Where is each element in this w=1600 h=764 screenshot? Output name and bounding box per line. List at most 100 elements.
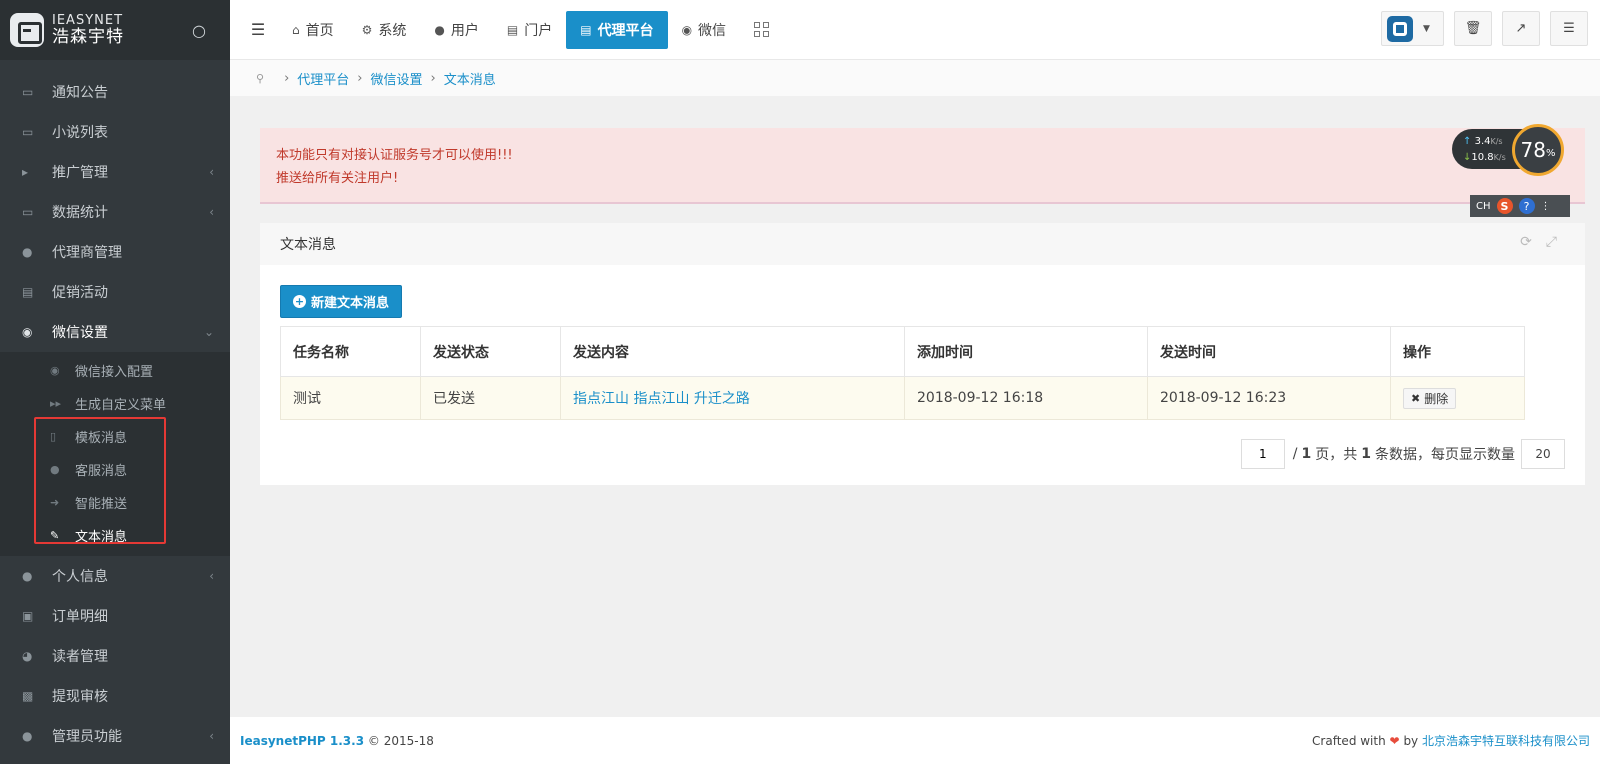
ime-lang: CH: [1476, 200, 1491, 212]
sidebar-item-sales[interactable]: ▤ 促销活动: [0, 272, 230, 312]
sidebar-item-label: 代理商管理: [52, 245, 122, 261]
percent-unit: %: [1545, 147, 1556, 159]
footer-crafted: Crafted with: [1312, 734, 1386, 748]
tab-users[interactable]: ● 用户: [420, 0, 492, 59]
wechat-icon: ◉: [681, 22, 693, 37]
messages-table: 任务名称 发送状态 发送内容 添加时间 发送时间 操作 测试 已发送 指点江山 …: [280, 326, 1525, 420]
page-size-input[interactable]: 20: [1521, 439, 1565, 469]
trash-icon: 🗑: [1464, 21, 1482, 36]
col-content[interactable]: 发送内容: [560, 326, 905, 377]
refresh-icon[interactable]: ⟳: [1520, 234, 1532, 250]
delete-button[interactable]: ✖ 删除: [1403, 387, 1457, 409]
sub-item-service-msg[interactable]: ● 客服消息: [0, 453, 230, 486]
breadcrumb-text-msg[interactable]: 文本消息: [444, 69, 496, 88]
sidebar-item-label: 提现审核: [52, 689, 108, 705]
settings-panel-button[interactable]: ☰: [1550, 11, 1588, 46]
footer-company[interactable]: 北京浩森宇特互联科技有限公司: [1422, 734, 1590, 748]
warning-alert: 本功能只有对接认证服务号才可以使用!!! 推送给所有关注用户!: [260, 128, 1585, 204]
sub-item-template-msg[interactable]: ▯ 模板消息: [0, 420, 230, 453]
col-sent[interactable]: 发送时间: [1147, 326, 1391, 377]
sidebar-menu-lower: ● 个人信息 ‹ ▣ 订单明细 ◕ 读者管理 ▩ 提现审核 ● 管理员功能 ‹: [0, 556, 230, 756]
tab-agent-platform[interactable]: ▤ 代理平台: [566, 10, 668, 49]
delete-label: 删除: [1424, 391, 1449, 406]
bullhorn-icon: ▸: [22, 165, 29, 179]
content-link[interactable]: 指点江山 指点江山 升迁之路: [573, 391, 750, 407]
external-link-button[interactable]: ↗: [1502, 11, 1540, 46]
forward-icon: ▸▸: [50, 397, 62, 410]
footer-copyright: © 2015-18: [367, 733, 434, 748]
sub-item-smart-push[interactable]: ➜ 智能推送: [0, 486, 230, 519]
brand-en: IEASYNET: [52, 12, 124, 28]
tab-label: 系统: [378, 22, 407, 39]
sliders-icon: ☰: [1563, 21, 1575, 36]
col-status[interactable]: 发送状态: [420, 326, 561, 377]
tab-label: 门户: [524, 22, 553, 39]
pager-slash: /: [1292, 446, 1298, 462]
sidebar-item-label: 推广管理: [52, 165, 108, 181]
sub-item-label: 智能推送: [75, 497, 128, 512]
nav-tabs: ⌂ 首页 ⚙ 系统 ● 用户 ▤ 门户 ▤ 代理平台 ◉ 微信: [278, 0, 770, 59]
external-link-icon: ↗: [1515, 21, 1527, 36]
footer: IeasynetPHP 1.3.3 © 2015-18 Crafted with…: [230, 717, 1600, 764]
chevron-down-icon: ⌄: [203, 325, 214, 339]
cell-added: 2018-09-12 16:18: [904, 376, 1148, 420]
sidebar-item-profile[interactable]: ● 个人信息 ‹: [0, 556, 230, 596]
clear-cache-button[interactable]: 🗑: [1454, 11, 1492, 46]
sub-item-custom-menu[interactable]: ▸▸ 生成自定义菜单: [0, 387, 230, 420]
tab-home[interactable]: ⌂ 首页: [278, 0, 348, 59]
newspaper-icon: ▤: [506, 22, 519, 37]
sidebar-item-label: 个人信息: [52, 569, 108, 585]
coffee-icon: ▤: [22, 285, 34, 299]
file-icon: ▯: [50, 430, 57, 443]
chevron-right-icon: ›: [357, 70, 363, 86]
sub-item-label: 生成自定义菜单: [75, 398, 167, 413]
sidebar-item-label: 读者管理: [52, 649, 108, 665]
ime-menu-icon: ⋮: [1540, 200, 1551, 212]
sub-item-text-msg[interactable]: ✎ 文本消息: [0, 519, 230, 552]
apps-grid-icon[interactable]: [754, 22, 770, 37]
sidebar-item-notice[interactable]: ▭ 通知公告: [0, 72, 230, 112]
droplet-icon[interactable]: ○: [192, 21, 206, 40]
sidebar-item-agents[interactable]: ● 代理商管理: [0, 232, 230, 272]
sidebar-item-wechat-settings[interactable]: ◉ 微信设置 ⌄: [0, 312, 230, 352]
page-input[interactable]: [1240, 439, 1285, 469]
footer-brand[interactable]: IeasynetPHP 1.3.3: [240, 734, 364, 748]
download-speed: 10.8: [1471, 152, 1494, 163]
top-navbar: ☰ ⌂ 首页 ⚙ 系统 ● 用户 ▤ 门户 ▤ 代理平台 ◉ 微信 ▼ 🗑 ↗ ☰: [230, 0, 1600, 60]
col-name[interactable]: 任务名称: [280, 326, 421, 377]
sidebar-item-admin[interactable]: ● 管理员功能 ‹: [0, 716, 230, 756]
folder-icon: ▭: [22, 125, 34, 139]
cell-sent: 2018-09-12 16:23: [1147, 376, 1391, 420]
expand-icon[interactable]: ⤢: [1546, 234, 1557, 250]
newspaper-icon: ▤: [580, 22, 592, 37]
sidebar-item-readers[interactable]: ◕ 读者管理: [0, 636, 230, 676]
tab-portal[interactable]: ▤ 门户: [493, 0, 566, 59]
breadcrumb-agent-platform[interactable]: 代理平台: [297, 69, 349, 88]
new-text-message-button[interactable]: + 新建文本消息: [280, 285, 403, 318]
tab-wechat[interactable]: ◉ 微信: [668, 0, 740, 59]
hamburger-icon[interactable]: ☰: [238, 20, 278, 39]
panel-header: 文本消息 ⟳ ⤢: [260, 223, 1585, 265]
sidebar-item-novels[interactable]: ▭ 小说列表: [0, 112, 230, 152]
sidebar-item-orders[interactable]: ▣ 订单明细: [0, 596, 230, 636]
wechat-icon: ◉: [50, 364, 60, 377]
users-icon: ●: [22, 245, 33, 259]
user-menu-button[interactable]: ▼: [1381, 11, 1444, 46]
sub-item-label: 文本消息: [75, 530, 128, 545]
breadcrumb-wechat-settings[interactable]: 微信设置: [370, 69, 422, 88]
ime-toolbar[interactable]: CH S ? ⋮: [1470, 195, 1570, 217]
sidebar-item-label: 小说列表: [52, 125, 108, 141]
sidebar-item-promotion[interactable]: ▸ 推广管理 ‹: [0, 152, 230, 192]
close-icon: ✖: [1411, 391, 1421, 405]
col-added[interactable]: 添加时间: [904, 326, 1148, 377]
sub-item-wechat-config[interactable]: ◉ 微信接入配置: [0, 354, 230, 387]
map-marker-icon: ⚲: [256, 71, 265, 85]
sidebar-item-withdraw[interactable]: ▩ 提现审核: [0, 676, 230, 716]
tab-system[interactable]: ⚙ 系统: [348, 0, 421, 59]
cart-icon: ▣: [22, 609, 34, 623]
sidebar-item-stats[interactable]: ▭ 数据统计 ‹: [0, 192, 230, 232]
speed-unit: K/s: [1493, 153, 1506, 162]
chevron-left-icon: ‹: [209, 569, 214, 583]
network-speed-widget[interactable]: ↑ 3.4K/s ↓10.8K/s 78%: [1452, 124, 1568, 176]
sidebar-item-label: 促销活动: [52, 285, 108, 301]
